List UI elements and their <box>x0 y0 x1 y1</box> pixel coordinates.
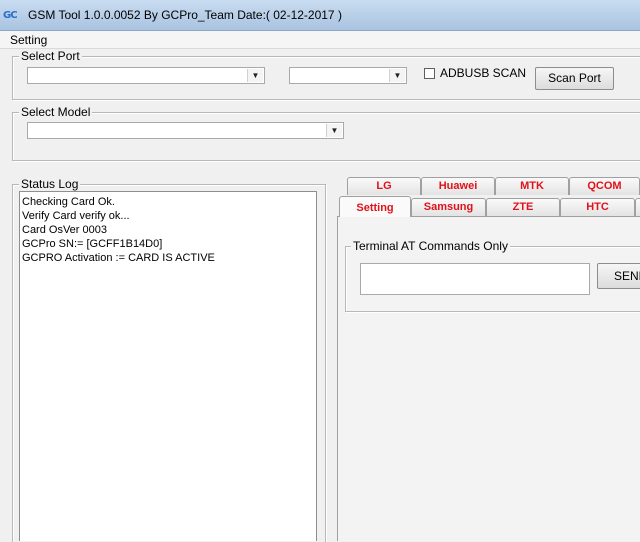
status-log-label: Status Log <box>19 177 81 191</box>
at-command-input[interactable] <box>360 263 590 295</box>
tab-mtk[interactable]: MTK <box>495 177 569 195</box>
menu-item-setting[interactable]: Setting <box>10 33 47 47</box>
tab-qcom[interactable]: QCOM <box>569 177 640 195</box>
log-line: GCPRO Activation := CARD IS ACTIVE <box>22 252 215 264</box>
send-button[interactable]: SEND <box>597 263 640 289</box>
select-port-label: Select Port <box>19 49 82 63</box>
select-model-label: Select Model <box>19 105 93 119</box>
tab-zte[interactable]: ZTE <box>486 198 560 216</box>
status-log-textarea[interactable]: Checking Card Ok. Verify Card verify ok.… <box>19 191 317 541</box>
tab-more[interactable] <box>635 198 640 216</box>
chevron-down-icon[interactable]: ▼ <box>247 69 263 82</box>
model-select[interactable]: ▼ <box>27 122 344 139</box>
log-line: Checking Card Ok. <box>22 196 115 208</box>
tab-samsung[interactable]: Samsung <box>411 198 486 216</box>
adbusb-scan-label: ADBUSB SCAN <box>440 66 527 80</box>
chevron-down-icon[interactable]: ▼ <box>326 124 342 137</box>
terminal-label: Terminal AT Commands Only <box>351 239 510 253</box>
tab-lg[interactable]: LG <box>347 177 421 195</box>
adbusb-scan-checkbox[interactable] <box>424 68 435 79</box>
tab-htc[interactable]: HTC <box>560 198 635 216</box>
chevron-down-icon[interactable]: ▼ <box>389 69 405 82</box>
menu-bar: Setting <box>0 31 640 49</box>
app-icon: GC <box>3 10 18 21</box>
baud-select[interactable]: ▼ <box>289 67 407 84</box>
scan-port-button[interactable]: Scan Port <box>535 67 614 90</box>
log-line: Verify Card verify ok... <box>22 210 130 222</box>
log-line: Card OsVer 0003 <box>22 224 107 236</box>
title-bar: GC GSM Tool 1.0.0.0052 By GCPro_Team Dat… <box>0 0 640 31</box>
port-select[interactable]: ▼ <box>27 67 265 84</box>
tab-huawei[interactable]: Huawei <box>421 177 495 195</box>
window-title: GSM Tool 1.0.0.0052 By GCPro_Team Date:(… <box>28 8 342 22</box>
tab-setting[interactable]: Setting <box>339 196 411 217</box>
log-line: GCPro SN:= [GCFF1B14D0] <box>22 238 163 250</box>
